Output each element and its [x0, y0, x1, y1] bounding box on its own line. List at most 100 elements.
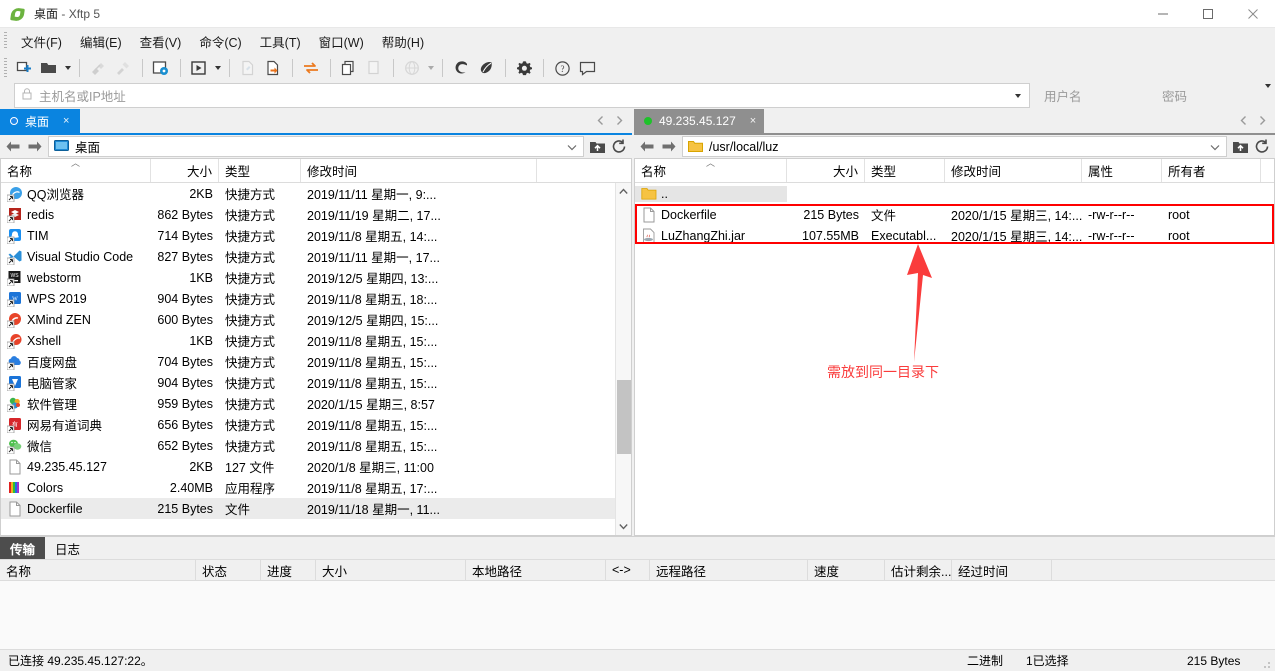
transfer-col-direction[interactable]: <->: [606, 560, 650, 580]
menu-view[interactable]: 查看(V): [131, 29, 191, 54]
menu-tools[interactable]: 工具(T): [251, 29, 310, 54]
transfer-col-localpath[interactable]: 本地路径: [466, 560, 606, 580]
remote-path-input[interactable]: /usr/local/luz: [682, 136, 1227, 157]
close-button[interactable]: [1230, 0, 1275, 27]
table-row[interactable]: Visual Studio Code 827 Bytes 快捷方式 2019/11/1…: [1, 246, 615, 267]
remote-tab-close-icon[interactable]: ×: [750, 115, 756, 127]
menu-help[interactable]: 帮助(H): [373, 29, 433, 54]
local-tab[interactable]: 桌面 ×: [0, 109, 80, 133]
tab-transfer[interactable]: 传输: [0, 537, 46, 559]
transfer-col-status[interactable]: 状态: [196, 560, 261, 580]
transfer-col-name[interactable]: 名称: [0, 560, 196, 580]
table-row[interactable]: WS webstorm 1KB 快捷方式 2019/12/5 星期四, 13:...: [1, 267, 615, 288]
table-row[interactable]: XMind ZEN 600 Bytes 快捷方式 2019/12/5 星期四, 15:…: [1, 309, 615, 330]
resize-grip[interactable]: [1263, 659, 1273, 669]
minimize-button[interactable]: [1140, 0, 1185, 27]
transfer-col-size[interactable]: 大小: [316, 560, 466, 580]
session-settings-icon[interactable]: [149, 56, 173, 80]
local-forward-button[interactable]: [24, 140, 46, 153]
local-scroll-up-arrow-icon[interactable]: [619, 183, 628, 200]
paste-icon[interactable]: [362, 56, 386, 80]
remote-refresh-button[interactable]: [1251, 139, 1273, 154]
remote-col-name[interactable]: 名称 ︿: [635, 159, 787, 182]
remote-col-mtime[interactable]: 修改时间: [945, 159, 1082, 182]
xftp-icon[interactable]: [474, 56, 498, 80]
transfer-col-progress[interactable]: 进度: [261, 560, 316, 580]
table-row[interactable]: 有网易有道词典 656 Bytes 快捷方式 2019/11/8 星期五, 15:..…: [1, 414, 615, 435]
local-tab-scroll-right-icon[interactable]: [615, 115, 624, 129]
connectbar-overflow-caret-icon[interactable]: [1264, 84, 1271, 88]
transfer-col-elapsed[interactable]: 经过时间: [952, 560, 1052, 580]
local-tab-scroll-left-icon[interactable]: [596, 115, 605, 129]
transfer-col-speed[interactable]: 速度: [808, 560, 885, 580]
username-input[interactable]: 用户名: [1036, 83, 1154, 108]
remote-tab-scroll-left-icon[interactable]: [1239, 115, 1248, 129]
menu-gripper[interactable]: [4, 32, 7, 50]
xshell-icon[interactable]: [449, 56, 473, 80]
table-row[interactable]: Colors 2.40MB 应用程序 2019/11/8 星期五, 17:...: [1, 477, 615, 498]
local-col-mtime[interactable]: 修改时间: [301, 159, 537, 182]
local-col-size[interactable]: 大小: [151, 159, 219, 182]
transfer-col-eta[interactable]: 估计剩余...: [885, 560, 952, 580]
maximize-button[interactable]: [1185, 0, 1230, 27]
table-row[interactable]: W WPS 2019 904 Bytes 快捷方式 2019/11/8 星期五, 18:…: [1, 288, 615, 309]
menu-file[interactable]: 文件(F): [12, 29, 71, 54]
menu-window[interactable]: 窗口(W): [310, 29, 373, 54]
password-input[interactable]: 密码: [1154, 83, 1269, 108]
edit-file-icon[interactable]: [236, 56, 260, 80]
web-icon[interactable]: [400, 56, 424, 80]
sync-icon[interactable]: [299, 56, 323, 80]
run-icon[interactable]: [187, 56, 211, 80]
help-icon[interactable]: ?: [550, 56, 574, 80]
table-row[interactable]: 百度网盘 704 Bytes 快捷方式 2019/11/8 星期五, 15:...: [1, 351, 615, 372]
table-row[interactable]: redis 862 Bytes 快捷方式 2019/11/19 星期二, 17...: [1, 204, 615, 225]
host-input[interactable]: 主机名或IP地址: [14, 83, 1030, 108]
local-scroll-thumb[interactable]: [616, 380, 631, 454]
settings-gear-icon[interactable]: [512, 56, 536, 80]
host-history-caret-icon[interactable]: [1007, 93, 1027, 98]
remote-col-size[interactable]: 大小: [787, 159, 865, 182]
remote-col-type[interactable]: 类型: [865, 159, 945, 182]
local-vertical-scrollbar[interactable]: [615, 183, 631, 535]
remote-upload-folder-button[interactable]: [1229, 139, 1251, 154]
table-row[interactable]: QQ浏览器 2KB 快捷方式 2019/11/11 星期一, 9:...: [1, 183, 615, 204]
new-session-icon[interactable]: [12, 56, 36, 80]
local-scroll-track[interactable]: [616, 200, 632, 518]
remote-back-button[interactable]: [636, 140, 658, 153]
table-row[interactable]: TIM 714 Bytes 快捷方式 2019/11/8 星期五, 14:...: [1, 225, 615, 246]
local-refresh-button[interactable]: [608, 139, 630, 154]
remote-tab-scroll-right-icon[interactable]: [1258, 115, 1267, 129]
copy-icon[interactable]: [337, 56, 361, 80]
remote-path-dropdown-icon[interactable]: [1210, 140, 1220, 154]
remote-col-owner[interactable]: 所有者: [1162, 159, 1261, 182]
toolbar-gripper[interactable]: [4, 58, 7, 78]
table-row[interactable]: Xshell 1KB 快捷方式 2019/11/8 星期五, 15:...: [1, 330, 615, 351]
local-col-type[interactable]: 类型: [219, 159, 301, 182]
transfer-file-icon[interactable]: [261, 56, 285, 80]
local-path-input[interactable]: 桌面: [48, 136, 584, 157]
remote-tab[interactable]: 49.235.45.127 ×: [634, 109, 765, 133]
local-path-dropdown-icon[interactable]: [567, 140, 577, 154]
table-row[interactable]: 49.235.45.127 2KB 127 文件 2020/1/8 星期三, 11:0…: [1, 456, 615, 477]
connect-icon[interactable]: [86, 56, 110, 80]
table-row[interactable]: LuZhangZhi.jar 107.55MB Executabl... 2020/1…: [635, 225, 1274, 246]
table-row[interactable]: 电脑管家 904 Bytes 快捷方式 2019/11/8 星期五, 15:...: [1, 372, 615, 393]
local-back-button[interactable]: [2, 140, 24, 153]
remote-forward-button[interactable]: [658, 140, 680, 153]
feedback-icon[interactable]: [575, 56, 599, 80]
table-row[interactable]: 微信 652 Bytes 快捷方式 2019/11/8 星期五, 15:...: [1, 435, 615, 456]
menu-edit[interactable]: 编辑(E): [71, 29, 131, 54]
run-dropdown-caret[interactable]: [212, 56, 222, 80]
table-row[interactable]: Dockerfile 215 Bytes 文件 2020/1/15 星期三, 14:.…: [635, 204, 1274, 225]
web-dropdown-caret[interactable]: [425, 56, 435, 80]
tab-log[interactable]: 日志: [45, 537, 90, 559]
local-scroll-down-arrow-icon[interactable]: [619, 518, 628, 535]
table-row[interactable]: ..: [635, 183, 1274, 204]
open-folder-dropdown-caret[interactable]: [62, 56, 72, 80]
open-folder-icon[interactable]: [37, 56, 61, 80]
local-tab-close-icon[interactable]: ×: [63, 115, 69, 127]
local-upload-folder-button[interactable]: [586, 139, 608, 154]
local-col-name[interactable]: 名称 ︿: [1, 159, 151, 182]
disconnect-icon[interactable]: [111, 56, 135, 80]
remote-col-attr[interactable]: 属性: [1082, 159, 1162, 182]
